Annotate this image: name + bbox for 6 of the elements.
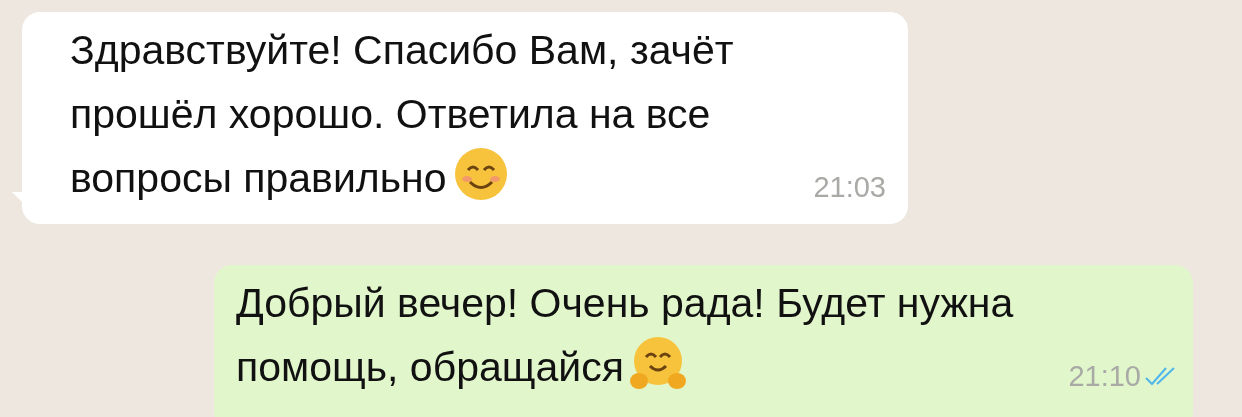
message-time: 21:10 <box>1068 360 1141 393</box>
smiling-face-icon <box>452 146 509 202</box>
message-time: 21:03 <box>813 171 886 204</box>
message-text: Здравствуйте! Спасибо Вам, зачёт прошёл хорошо. Ответила на все вопросы правильно <box>70 26 734 204</box>
message-text: Добрый вечер! Очень рада! Будет нужна помощь, обращайся <box>236 279 1014 393</box>
hugging-face-icon <box>629 335 686 391</box>
